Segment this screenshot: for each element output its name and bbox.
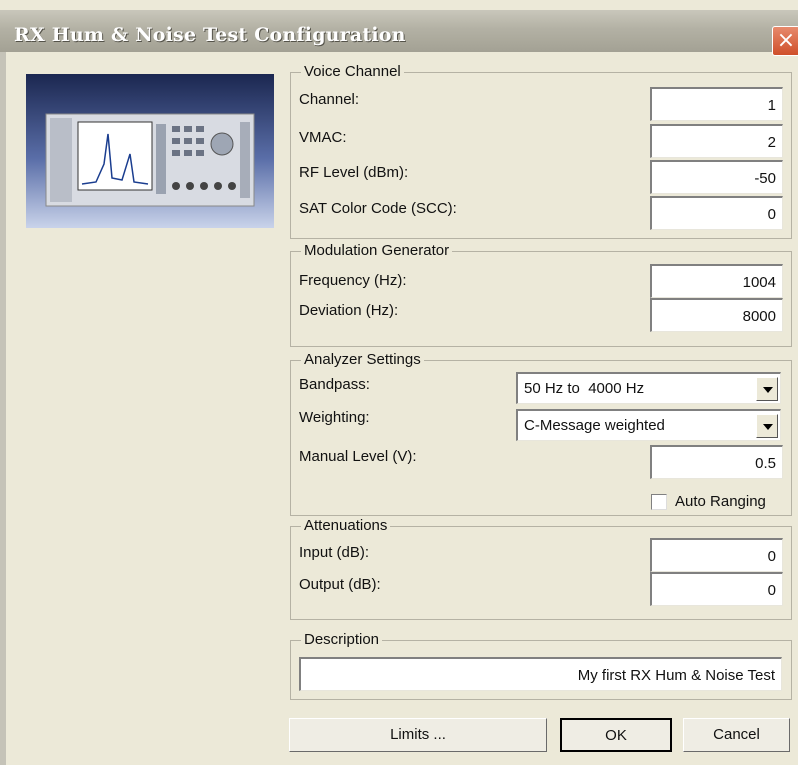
bandpass-select[interactable]: 50 Hz to 4000 Hz: [516, 372, 781, 404]
channel-label: Channel:: [299, 91, 360, 108]
manual-level-label: Manual Level (V):: [299, 448, 417, 465]
auto-ranging-label[interactable]: Auto Ranging: [675, 493, 766, 510]
vmac-label: VMAC:: [299, 129, 347, 146]
title-bar[interactable]: RX Hum & Noise Test Configuration ×: [0, 10, 798, 56]
bandpass-label: Bandpass:: [299, 376, 370, 393]
voice-channel-legend: Voice Channel: [301, 63, 404, 81]
cancel-button[interactable]: Cancel: [683, 718, 790, 752]
chevron-down-icon[interactable]: [756, 377, 778, 401]
ok-button[interactable]: OK: [560, 718, 672, 752]
deviation-input[interactable]: 8000: [650, 298, 783, 332]
frequency-label: Frequency (Hz):: [299, 272, 407, 289]
scc-label: SAT Color Code (SCC):: [299, 200, 457, 217]
output-db-label: Output (dB):: [299, 576, 381, 593]
weighting-select[interactable]: C-Message weighted: [516, 409, 781, 441]
modulation-generator-legend: Modulation Generator: [301, 242, 453, 260]
description-legend: Description: [301, 631, 383, 649]
auto-ranging-checkbox[interactable]: [651, 494, 667, 510]
rf-level-input[interactable]: -50: [650, 160, 783, 194]
weighting-value: C-Message weighted: [524, 417, 665, 434]
channel-input[interactable]: 1: [650, 87, 783, 121]
window-title: RX Hum & Noise Test Configuration: [14, 24, 406, 46]
input-db-input[interactable]: 0: [650, 538, 783, 572]
chevron-down-icon[interactable]: [756, 414, 778, 438]
bandpass-value: 50 Hz to 4000 Hz: [524, 380, 645, 397]
manual-level-input[interactable]: 0.5: [650, 445, 783, 479]
close-icon[interactable]: ×: [772, 26, 798, 56]
vmac-input[interactable]: 2: [650, 124, 783, 158]
limits-button[interactable]: Limits ...: [289, 718, 547, 752]
output-db-input[interactable]: 0: [650, 572, 783, 606]
window-border: [0, 52, 6, 765]
dialog-window: RX Hum & Noise Test Configuration × Voic…: [0, 0, 798, 765]
frequency-input[interactable]: 1004: [650, 264, 783, 298]
scc-input[interactable]: 0: [650, 196, 783, 230]
rf-level-label: RF Level (dBm):: [299, 164, 409, 181]
weighting-label: Weighting:: [299, 409, 370, 426]
input-db-label: Input (dB):: [299, 544, 370, 561]
deviation-label: Deviation (Hz):: [299, 302, 399, 319]
instrument-image: [26, 74, 274, 228]
attenuations-legend: Attenuations: [301, 517, 391, 535]
description-input[interactable]: My first RX Hum & Noise Test: [299, 657, 782, 691]
analyzer-settings-legend: Analyzer Settings: [301, 351, 424, 369]
